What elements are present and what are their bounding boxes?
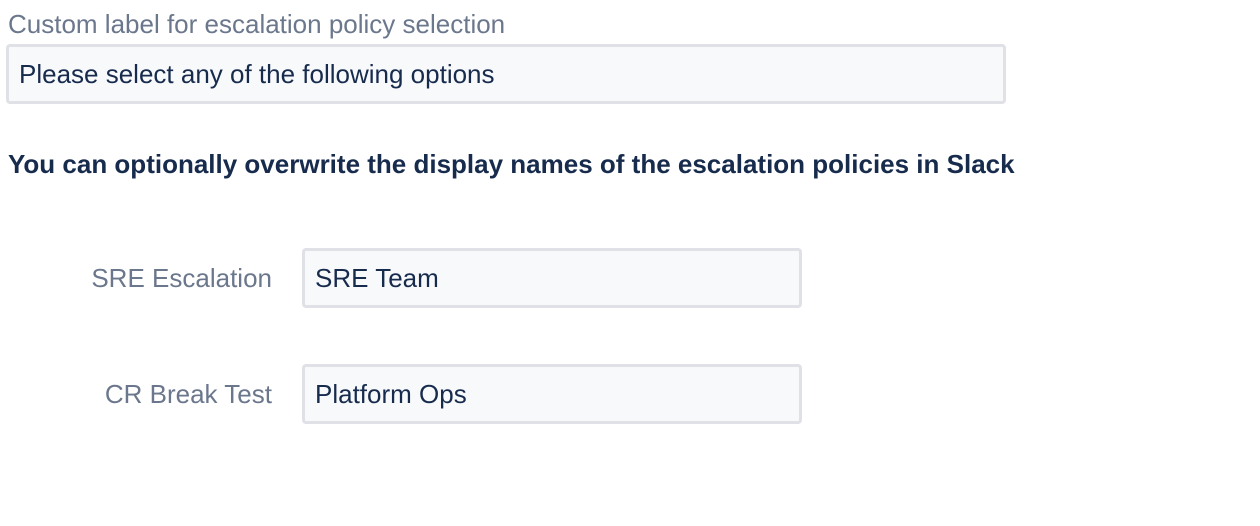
display-name-override-heading: You can optionally overwrite the display… xyxy=(8,149,1015,179)
policy-name-label-sre-escalation: SRE Escalation xyxy=(91,263,272,293)
display-name-input-sre-escalation[interactable] xyxy=(302,248,802,308)
display-name-input-cr-break-test[interactable] xyxy=(302,364,802,424)
custom-label-input[interactable] xyxy=(6,44,1006,104)
policy-name-label-cr-break-test: CR Break Test xyxy=(104,379,272,409)
custom-label-field-label: Custom label for escalation policy selec… xyxy=(8,9,506,39)
escalation-policy-settings-form: Custom label for escalation policy selec… xyxy=(0,0,1260,526)
